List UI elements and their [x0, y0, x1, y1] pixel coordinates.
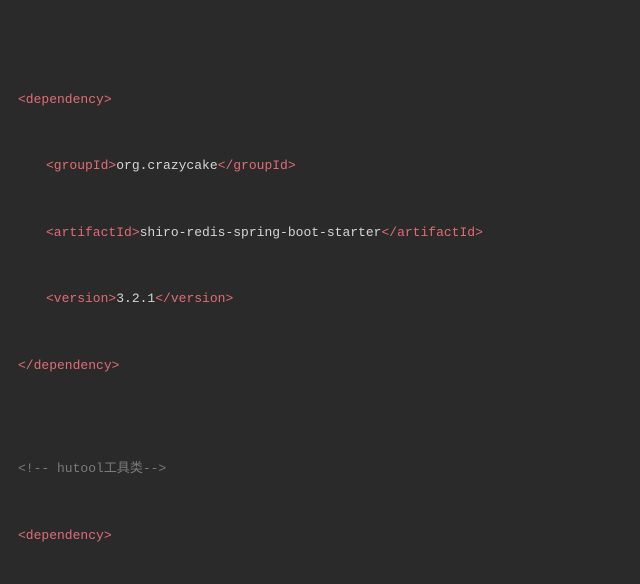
version-value: 3.2.1	[116, 291, 155, 306]
version-open-tag: <version>	[46, 291, 116, 306]
dependency-open-tag: <dependency>	[18, 92, 112, 107]
version-close-tag: </version>	[155, 291, 233, 306]
artifactid-value: shiro-redis-spring-boot-starter	[140, 225, 382, 240]
groupid-value: org.crazycake	[116, 158, 217, 173]
artifactid-open-tag: <artifactId>	[46, 225, 140, 240]
groupid-close-tag: </groupId>	[218, 158, 296, 173]
xml-comment: <!-- hutool工具类-->	[18, 461, 166, 476]
groupid-open-tag: <groupId>	[46, 158, 116, 173]
dependency-close-tag: </dependency>	[18, 358, 119, 373]
xml-code-block: <dependency> <groupId>org.crazycake</gro…	[0, 0, 640, 584]
dependency-open-tag: <dependency>	[18, 528, 112, 543]
artifactid-close-tag: </artifactId>	[381, 225, 482, 240]
